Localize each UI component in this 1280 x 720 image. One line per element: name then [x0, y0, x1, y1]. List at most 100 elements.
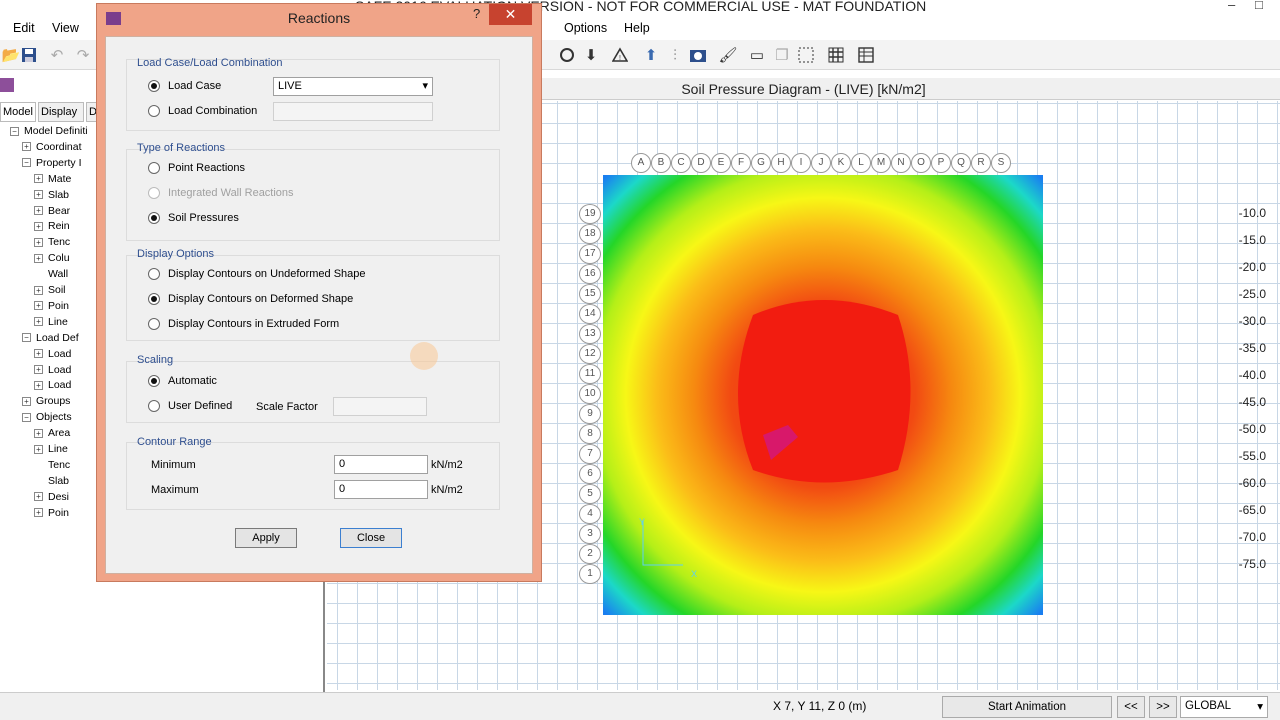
- expand-icon[interactable]: +: [22, 142, 31, 152]
- expand-icon[interactable]: +: [34, 237, 43, 247]
- apply-button[interactable]: Apply: [235, 528, 297, 548]
- tree-item[interactable]: + Load: [34, 364, 71, 376]
- table-icon[interactable]: [855, 44, 877, 66]
- user-defined-radio[interactable]: User Defined: [148, 400, 232, 412]
- expand-icon[interactable]: +: [34, 380, 43, 390]
- tree-item[interactable]: Tenc: [34, 459, 70, 471]
- tree-item[interactable]: − Model Definiti: [10, 125, 88, 137]
- maximize-button[interactable]: □: [1255, 0, 1263, 12]
- tree-item[interactable]: − Load Def: [22, 332, 79, 344]
- tab-display[interactable]: Display: [38, 102, 84, 122]
- load-arrow-icon[interactable]: ⬆: [640, 44, 662, 66]
- expand-icon[interactable]: +: [34, 190, 43, 200]
- tree-item[interactable]: + Poin: [34, 300, 69, 312]
- menu-view[interactable]: View: [52, 21, 79, 35]
- tree-item[interactable]: Wall: [34, 268, 68, 280]
- tree-item[interactable]: − Objects: [22, 411, 72, 423]
- extruded-radio[interactable]: Display Contours in Extruded Form: [148, 318, 339, 330]
- tree-item[interactable]: + Coordinat: [22, 141, 82, 153]
- tree-item[interactable]: + Rein: [34, 220, 70, 232]
- radio-user-defined[interactable]: [148, 400, 160, 412]
- load-case-radio[interactable]: Load Case: [148, 80, 221, 92]
- expand-icon[interactable]: +: [34, 444, 43, 454]
- tree-item[interactable]: + Tenc: [34, 236, 70, 248]
- soil-pressure-contour[interactable]: Y X: [603, 175, 1043, 615]
- expand-icon[interactable]: +: [34, 253, 43, 263]
- expand-icon[interactable]: +: [34, 365, 43, 374]
- brush-icon[interactable]: 🖌: [717, 44, 739, 66]
- tree-item[interactable]: + Mate: [34, 173, 71, 185]
- start-animation-button[interactable]: Start Animation: [942, 696, 1112, 718]
- collapse-icon[interactable]: −: [10, 126, 19, 136]
- dialog-title-bar[interactable]: Reactions ? ✕: [97, 4, 541, 32]
- collapse-icon[interactable]: −: [22, 158, 31, 168]
- tree-item[interactable]: + Line: [34, 316, 68, 328]
- expand-icon[interactable]: +: [34, 301, 43, 311]
- radio-load-combination[interactable]: [148, 105, 160, 117]
- radio-soil-pressures[interactable]: [148, 212, 160, 224]
- tree-item[interactable]: + Groups: [22, 395, 70, 407]
- expand-icon[interactable]: +: [34, 349, 43, 359]
- circle-tool-icon[interactable]: [556, 44, 578, 66]
- help-button[interactable]: ?: [473, 6, 480, 21]
- radio-extruded[interactable]: [148, 318, 160, 330]
- grid-icon[interactable]: [825, 44, 847, 66]
- undeformed-radio[interactable]: Display Contours on Undeformed Shape: [148, 268, 366, 280]
- tree-item[interactable]: Slab: [34, 475, 69, 487]
- radio-point-reactions[interactable]: [148, 162, 160, 174]
- expand-icon[interactable]: +: [34, 428, 43, 438]
- triangle-icon[interactable]: !: [609, 44, 631, 66]
- zoom-region-icon[interactable]: [795, 44, 817, 66]
- minimum-input[interactable]: 0: [334, 455, 428, 474]
- next-step-button[interactable]: >>: [1149, 696, 1177, 718]
- save-icon[interactable]: [18, 44, 40, 66]
- collapse-icon[interactable]: −: [22, 333, 31, 343]
- expand-icon[interactable]: +: [34, 285, 43, 295]
- arrow-down-icon[interactable]: ⬇: [580, 44, 602, 66]
- collapse-icon[interactable]: −: [22, 412, 31, 422]
- tree-item[interactable]: − Property I: [22, 157, 82, 169]
- close-button[interactable]: Close: [340, 528, 402, 548]
- dialog-close-icon[interactable]: ✕: [489, 4, 532, 25]
- minimize-button[interactable]: –: [1228, 0, 1235, 12]
- menu-options[interactable]: Options: [564, 21, 607, 35]
- redo-icon[interactable]: ↷: [72, 44, 94, 66]
- spring-icon[interactable]: ⫶: [664, 44, 686, 66]
- tree-item[interactable]: + Load: [34, 379, 71, 391]
- tree-item[interactable]: + Load: [34, 348, 71, 360]
- tree-item[interactable]: + Slab: [34, 189, 69, 201]
- expand-icon[interactable]: +: [22, 396, 31, 406]
- tree-item[interactable]: + Poin: [34, 507, 69, 519]
- prev-step-button[interactable]: <<: [1117, 696, 1145, 718]
- automatic-radio[interactable]: Automatic: [148, 375, 217, 387]
- radio-load-case[interactable]: [148, 80, 160, 92]
- camera-icon[interactable]: [687, 44, 709, 66]
- tree-item[interactable]: + Colu: [34, 252, 70, 264]
- radio-undeformed[interactable]: [148, 268, 160, 280]
- deformed-radio[interactable]: Display Contours on Deformed Shape: [148, 293, 353, 305]
- tree-item[interactable]: + Soil: [34, 284, 66, 296]
- select-icon[interactable]: ▭: [746, 44, 768, 66]
- expand-icon[interactable]: +: [34, 508, 43, 518]
- undo-icon[interactable]: ↶: [46, 44, 68, 66]
- radio-deformed[interactable]: [148, 293, 160, 305]
- tab-model[interactable]: Model: [0, 102, 36, 122]
- expand-icon[interactable]: +: [34, 317, 43, 327]
- tree-item[interactable]: + Line: [34, 443, 68, 455]
- load-case-select[interactable]: LIVE ▾: [273, 77, 433, 96]
- copy-icon[interactable]: ❐: [771, 44, 793, 66]
- tree-item[interactable]: + Area: [34, 427, 70, 439]
- expand-icon[interactable]: +: [34, 221, 43, 231]
- coord-system-select[interactable]: GLOBAL ▾: [1180, 696, 1268, 718]
- expand-icon[interactable]: +: [34, 492, 43, 502]
- maximum-input[interactable]: 0: [334, 480, 428, 499]
- expand-icon[interactable]: +: [34, 206, 43, 215]
- tree-item[interactable]: + Desi: [34, 491, 69, 503]
- menu-help[interactable]: Help: [624, 21, 650, 35]
- tree-item[interactable]: + Bear: [34, 205, 70, 217]
- soil-pressures-radio[interactable]: Soil Pressures: [148, 212, 239, 224]
- expand-icon[interactable]: +: [34, 174, 43, 184]
- menu-edit[interactable]: Edit: [13, 21, 35, 35]
- point-reactions-radio[interactable]: Point Reactions: [148, 162, 245, 174]
- radio-automatic[interactable]: [148, 375, 160, 387]
